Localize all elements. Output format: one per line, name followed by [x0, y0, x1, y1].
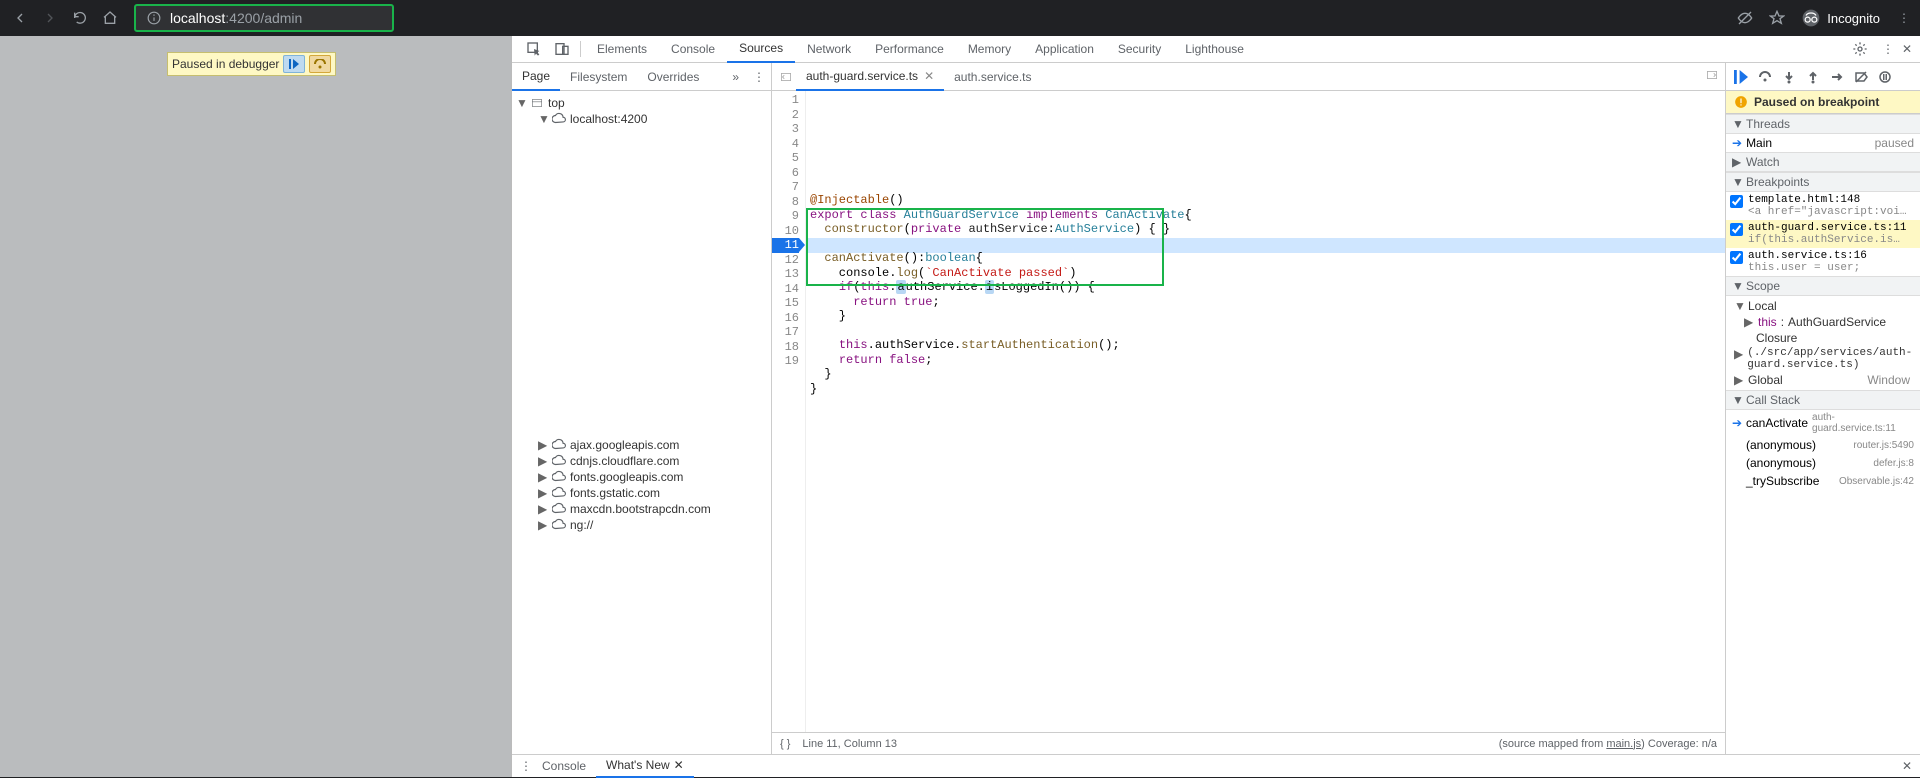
source-map-link[interactable]: main.js — [1606, 738, 1641, 750]
navigator-subtabs: PageFilesystemOverrides » ⋮ — [512, 63, 771, 91]
breakpoint-checkbox[interactable] — [1730, 223, 1743, 236]
breakpoint-checkbox[interactable] — [1730, 195, 1743, 208]
tree-item[interactable]: ▶fonts.gstatic.com — [512, 485, 771, 501]
callstack-row[interactable]: (anonymous)defer.js:8 — [1726, 454, 1920, 472]
tab-lighthouse[interactable]: Lighthouse — [1173, 36, 1256, 63]
step-icon[interactable] — [1828, 68, 1846, 86]
subtab-page[interactable]: Page — [512, 63, 560, 91]
step-over-icon[interactable] — [1756, 68, 1774, 86]
back-icon[interactable] — [12, 10, 28, 26]
file-tabs-scroll-icon[interactable] — [776, 70, 796, 84]
tab-console[interactable]: Console — [659, 36, 727, 63]
menu-icon[interactable]: ⋮ — [1896, 10, 1912, 26]
source-pane: auth-guard.service.ts✕auth.service.ts 12… — [772, 63, 1725, 754]
eye-off-icon[interactable] — [1737, 10, 1753, 26]
file-tabs-more-icon[interactable] — [1699, 68, 1725, 85]
device-toggle-icon[interactable] — [554, 41, 570, 57]
breakpoint-item[interactable]: auth.service.ts:16this.user = user; — [1726, 248, 1920, 276]
inspect-icon[interactable] — [526, 41, 542, 57]
tab-memory[interactable]: Memory — [956, 36, 1023, 63]
code-editor[interactable]: 12345678910111213141516171819 @Injectabl… — [772, 91, 1725, 732]
step-out-icon[interactable] — [1804, 68, 1822, 86]
tree-item[interactable]: ▶cdnjs.cloudflare.com — [512, 453, 771, 469]
tab-network[interactable]: Network — [795, 36, 863, 63]
url-host: localhost — [170, 10, 225, 26]
devtools-tabs: ElementsConsoleSourcesNetworkPerformance… — [512, 36, 1920, 63]
scope-body: ▼Local ▶this: AuthGuardService Closure ▶… — [1726, 296, 1920, 390]
paused-banner: Paused on breakpoint — [1726, 91, 1920, 114]
navigator-menu-icon[interactable]: ⋮ — [747, 70, 771, 84]
debugger-toolbar — [1726, 63, 1920, 91]
breakpoint-item[interactable]: template.html:148<a href="javascript:voi… — [1726, 192, 1920, 220]
subtab-overrides[interactable]: Overrides — [637, 63, 709, 91]
devtools: ElementsConsoleSourcesNetworkPerformance… — [511, 36, 1920, 777]
format-icon[interactable]: { } — [780, 738, 790, 750]
breakpoints-header[interactable]: ▼Breakpoints — [1726, 172, 1920, 192]
scope-header[interactable]: ▼Scope — [1726, 276, 1920, 296]
file-tab[interactable]: auth.service.ts — [944, 63, 1041, 91]
file-tab[interactable]: auth-guard.service.ts✕ — [796, 63, 944, 91]
tab-sources[interactable]: Sources — [727, 36, 795, 63]
page-content: Paused in debugger — [0, 36, 511, 777]
subtab-filesystem[interactable]: Filesystem — [560, 63, 637, 91]
tree-host[interactable]: ▼localhost:4200 — [512, 111, 771, 127]
editor-status-bar: { } Line 11, Column 13 (source mapped fr… — [772, 732, 1725, 754]
callstack-header[interactable]: ▼Call Stack — [1726, 390, 1920, 410]
drawer-tab[interactable]: What's New ✕ — [596, 755, 694, 778]
watch-header[interactable]: ▶Watch — [1726, 152, 1920, 172]
file-tabs: auth-guard.service.ts✕auth.service.ts — [772, 63, 1725, 91]
tab-security[interactable]: Security — [1106, 36, 1173, 63]
incognito-badge: Incognito — [1801, 8, 1880, 28]
callstack-row[interactable]: ➔canActivateauth-guard.service.ts:11 — [1726, 410, 1920, 436]
paused-in-debugger-overlay: Paused in debugger — [167, 52, 336, 76]
tab-performance[interactable]: Performance — [863, 36, 956, 63]
resume-button[interactable] — [283, 55, 305, 73]
tree-item[interactable]: ▶ajax.googleapis.com — [512, 437, 771, 453]
tree-item[interactable]: ▶maxcdn.bootstrapcdn.com — [512, 501, 771, 517]
browser-toolbar: localhost:4200/admin Incognito ⋮ — [0, 0, 1920, 36]
step-over-button[interactable] — [309, 55, 331, 73]
forward-icon[interactable] — [42, 10, 58, 26]
close-devtools-icon[interactable]: ✕ — [1902, 42, 1912, 56]
callstack-row[interactable]: (anonymous)router.js:5490 — [1726, 436, 1920, 454]
reload-icon[interactable] — [72, 10, 88, 26]
tab-application[interactable]: Application — [1023, 36, 1106, 63]
tree-item[interactable]: ▶ng:// — [512, 517, 771, 533]
step-into-icon[interactable] — [1780, 68, 1798, 86]
close-icon[interactable]: ✕ — [674, 758, 684, 772]
drawer-close-icon[interactable]: ✕ — [1902, 759, 1912, 773]
close-tab-icon[interactable]: ✕ — [924, 69, 934, 83]
thread-row[interactable]: ➔Mainpaused — [1726, 134, 1920, 152]
navigator-tree[interactable]: ▼top ▼localhost:4200 ▶ajax.googleapis.co… — [512, 91, 771, 754]
drawer-menu-icon[interactable]: ⋮ — [520, 759, 532, 773]
resume-icon[interactable] — [1732, 68, 1750, 86]
site-info-icon[interactable] — [146, 10, 162, 26]
settings-icon[interactable] — [1852, 41, 1868, 57]
deactivate-breakpoints-icon[interactable] — [1852, 68, 1870, 86]
debugger-pane: Paused on breakpoint ▼Threads ➔Mainpause… — [1725, 63, 1920, 754]
star-icon[interactable] — [1769, 10, 1785, 26]
drawer: ⋮ ConsoleWhat's New ✕ ✕ — [512, 754, 1920, 777]
callstack-row[interactable]: _trySubscribeObservable.js:42 — [1726, 472, 1920, 490]
threads-header[interactable]: ▼Threads — [1726, 114, 1920, 134]
drawer-tab[interactable]: Console — [532, 755, 596, 778]
more-icon[interactable]: ⋮ — [1882, 42, 1894, 56]
tree-item[interactable]: ▶fonts.googleapis.com — [512, 469, 771, 485]
more-tabs-icon[interactable]: » — [724, 70, 747, 84]
tree-top[interactable]: ▼top — [512, 95, 771, 111]
breakpoint-item[interactable]: auth-guard.service.ts:11if(this.authServ… — [1726, 220, 1920, 248]
tab-elements[interactable]: Elements — [585, 36, 659, 63]
pause-on-exception-icon[interactable] — [1876, 68, 1894, 86]
navigator-pane: PageFilesystemOverrides » ⋮ ▼top ▼localh… — [512, 63, 772, 754]
home-icon[interactable] — [102, 10, 118, 26]
url-bar[interactable]: localhost:4200/admin — [134, 4, 394, 32]
breakpoint-checkbox[interactable] — [1730, 251, 1743, 264]
